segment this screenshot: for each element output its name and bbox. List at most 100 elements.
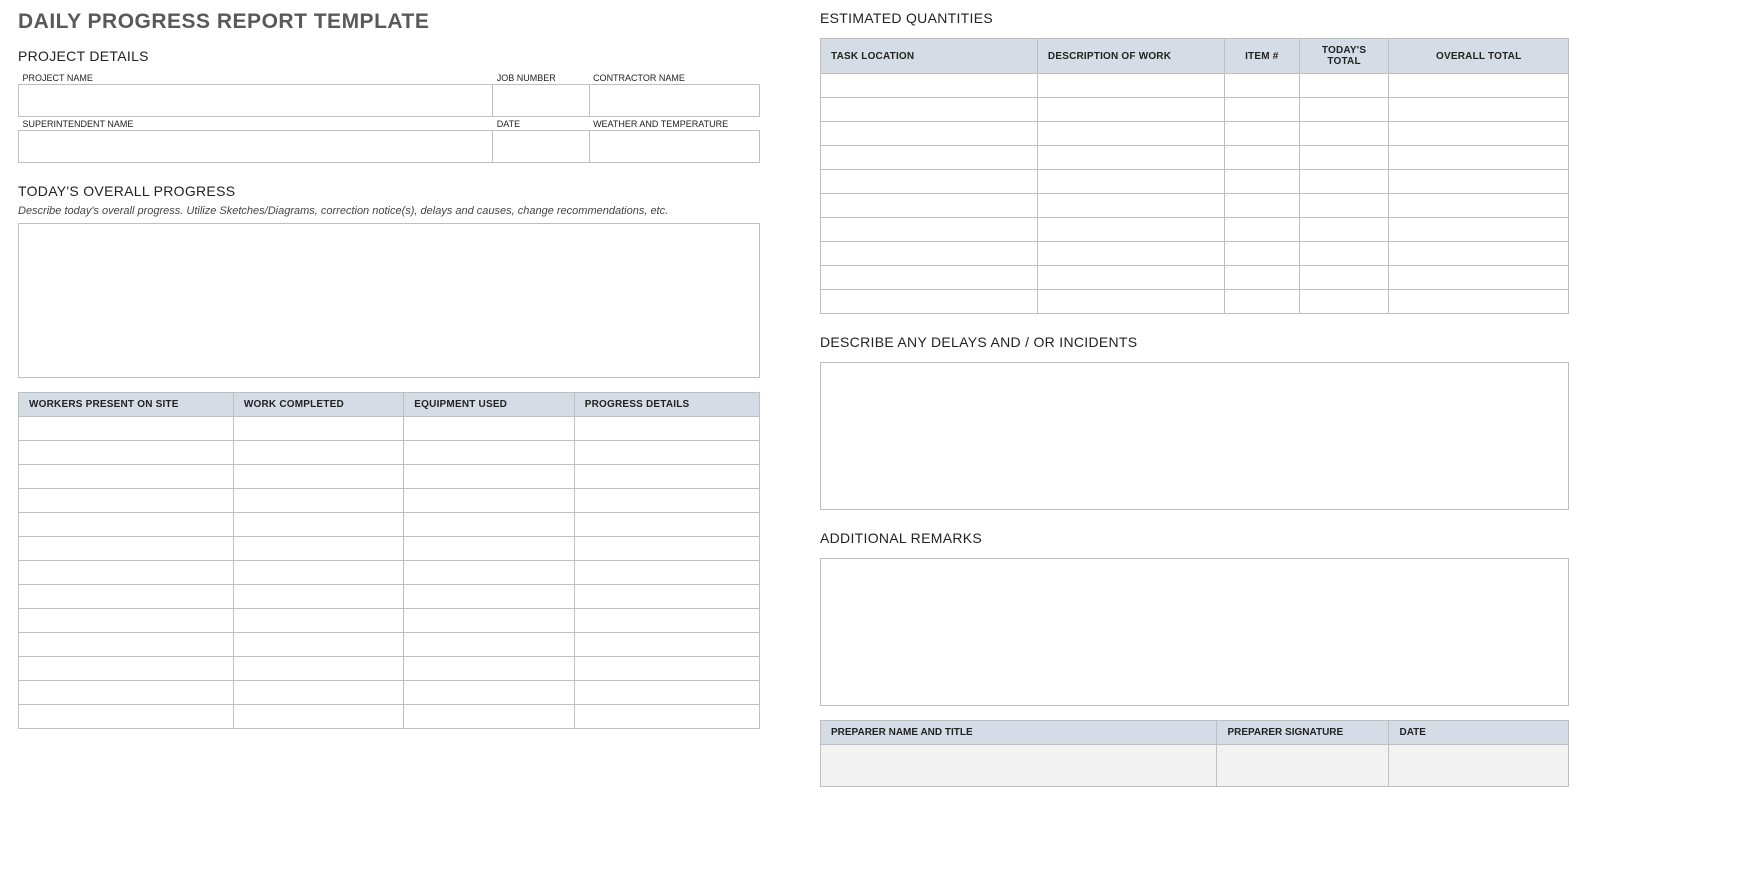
est-cell-task_location[interactable]: [821, 194, 1038, 218]
est-cell-description[interactable]: [1037, 170, 1224, 194]
est-cell-item[interactable]: [1224, 146, 1299, 170]
progress-cell-details[interactable]: [574, 488, 759, 512]
progress-cell-equipment[interactable]: [404, 680, 574, 704]
input-weather[interactable]: [589, 130, 759, 162]
est-cell-overall_total[interactable]: [1389, 122, 1569, 146]
progress-cell-completed[interactable]: [233, 560, 403, 584]
est-cell-today_total[interactable]: [1299, 122, 1389, 146]
progress-cell-equipment[interactable]: [404, 560, 574, 584]
progress-cell-workers[interactable]: [19, 560, 234, 584]
est-cell-description[interactable]: [1037, 194, 1224, 218]
delays-textarea[interactable]: [820, 362, 1569, 510]
progress-cell-completed[interactable]: [233, 488, 403, 512]
progress-cell-workers[interactable]: [19, 608, 234, 632]
progress-cell-details[interactable]: [574, 416, 759, 440]
progress-cell-workers[interactable]: [19, 440, 234, 464]
progress-cell-workers[interactable]: [19, 632, 234, 656]
progress-cell-workers[interactable]: [19, 488, 234, 512]
est-cell-item[interactable]: [1224, 74, 1299, 98]
est-cell-task_location[interactable]: [821, 74, 1038, 98]
remarks-textarea[interactable]: [820, 558, 1569, 706]
progress-cell-workers[interactable]: [19, 512, 234, 536]
progress-cell-details[interactable]: [574, 584, 759, 608]
progress-cell-workers[interactable]: [19, 536, 234, 560]
est-cell-description[interactable]: [1037, 242, 1224, 266]
est-cell-today_total[interactable]: [1299, 146, 1389, 170]
est-cell-today_total[interactable]: [1299, 170, 1389, 194]
progress-cell-equipment[interactable]: [404, 464, 574, 488]
progress-cell-details[interactable]: [574, 440, 759, 464]
progress-cell-completed[interactable]: [233, 608, 403, 632]
est-cell-item[interactable]: [1224, 170, 1299, 194]
progress-cell-completed[interactable]: [233, 464, 403, 488]
est-cell-item[interactable]: [1224, 98, 1299, 122]
progress-cell-completed[interactable]: [233, 584, 403, 608]
progress-cell-workers[interactable]: [19, 680, 234, 704]
progress-cell-details[interactable]: [574, 680, 759, 704]
est-cell-description[interactable]: [1037, 122, 1224, 146]
est-cell-overall_total[interactable]: [1389, 218, 1569, 242]
est-cell-overall_total[interactable]: [1389, 98, 1569, 122]
progress-cell-workers[interactable]: [19, 704, 234, 728]
est-cell-today_total[interactable]: [1299, 266, 1389, 290]
progress-cell-details[interactable]: [574, 608, 759, 632]
input-project-name[interactable]: [19, 84, 493, 116]
progress-cell-equipment[interactable]: [404, 488, 574, 512]
progress-cell-completed[interactable]: [233, 536, 403, 560]
progress-cell-completed[interactable]: [233, 440, 403, 464]
est-cell-task_location[interactable]: [821, 98, 1038, 122]
est-cell-overall_total[interactable]: [1389, 194, 1569, 218]
est-cell-overall_total[interactable]: [1389, 146, 1569, 170]
est-cell-today_total[interactable]: [1299, 98, 1389, 122]
progress-cell-equipment[interactable]: [404, 608, 574, 632]
progress-cell-equipment[interactable]: [404, 440, 574, 464]
progress-cell-details[interactable]: [574, 560, 759, 584]
input-preparer-name[interactable]: [821, 745, 1217, 787]
est-cell-task_location[interactable]: [821, 170, 1038, 194]
est-cell-item[interactable]: [1224, 242, 1299, 266]
est-cell-today_total[interactable]: [1299, 242, 1389, 266]
input-superintendent-name[interactable]: [19, 130, 493, 162]
progress-cell-equipment[interactable]: [404, 704, 574, 728]
est-cell-task_location[interactable]: [821, 266, 1038, 290]
progress-cell-completed[interactable]: [233, 704, 403, 728]
progress-cell-completed[interactable]: [233, 632, 403, 656]
progress-cell-details[interactable]: [574, 512, 759, 536]
est-cell-description[interactable]: [1037, 98, 1224, 122]
input-contractor-name[interactable]: [589, 84, 759, 116]
progress-cell-equipment[interactable]: [404, 656, 574, 680]
progress-cell-completed[interactable]: [233, 656, 403, 680]
input-preparer-date[interactable]: [1389, 745, 1569, 787]
progress-cell-completed[interactable]: [233, 416, 403, 440]
input-preparer-signature[interactable]: [1217, 745, 1389, 787]
input-date[interactable]: [493, 130, 589, 162]
progress-cell-details[interactable]: [574, 464, 759, 488]
est-cell-today_total[interactable]: [1299, 74, 1389, 98]
progress-cell-equipment[interactable]: [404, 632, 574, 656]
est-cell-item[interactable]: [1224, 290, 1299, 314]
input-job-number[interactable]: [493, 84, 589, 116]
est-cell-item[interactable]: [1224, 194, 1299, 218]
est-cell-description[interactable]: [1037, 218, 1224, 242]
progress-cell-equipment[interactable]: [404, 536, 574, 560]
est-cell-task_location[interactable]: [821, 242, 1038, 266]
est-cell-description[interactable]: [1037, 266, 1224, 290]
overall-progress-textarea[interactable]: [18, 223, 760, 378]
progress-cell-workers[interactable]: [19, 656, 234, 680]
progress-cell-details[interactable]: [574, 656, 759, 680]
progress-cell-completed[interactable]: [233, 680, 403, 704]
est-cell-today_total[interactable]: [1299, 194, 1389, 218]
est-cell-item[interactable]: [1224, 218, 1299, 242]
progress-cell-details[interactable]: [574, 536, 759, 560]
est-cell-overall_total[interactable]: [1389, 242, 1569, 266]
progress-cell-details[interactable]: [574, 632, 759, 656]
est-cell-task_location[interactable]: [821, 122, 1038, 146]
est-cell-today_total[interactable]: [1299, 290, 1389, 314]
est-cell-description[interactable]: [1037, 146, 1224, 170]
progress-cell-workers[interactable]: [19, 584, 234, 608]
est-cell-overall_total[interactable]: [1389, 290, 1569, 314]
progress-cell-completed[interactable]: [233, 512, 403, 536]
est-cell-item[interactable]: [1224, 266, 1299, 290]
progress-cell-equipment[interactable]: [404, 584, 574, 608]
progress-cell-equipment[interactable]: [404, 512, 574, 536]
